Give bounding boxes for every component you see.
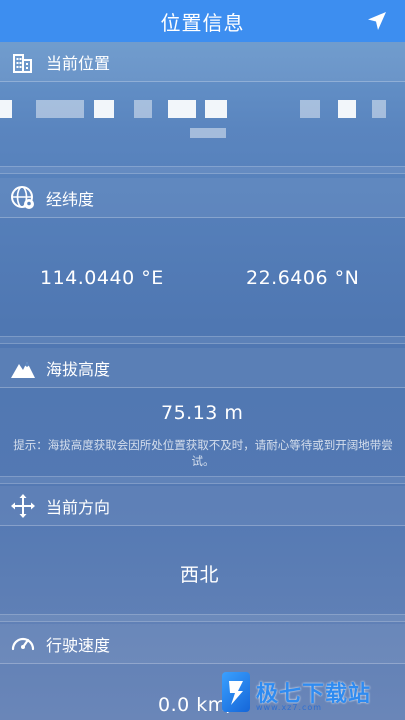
coords-label: 经纬度 (46, 189, 95, 209)
app-header: 位置信息 (0, 0, 405, 42)
navigation-arrow-icon (368, 12, 386, 30)
section-divider (0, 614, 405, 622)
location-section-header: 当前位置 (0, 42, 405, 82)
move-arrows-icon (10, 493, 36, 519)
coords-section-header: 经纬度 (0, 178, 405, 218)
section-divider (0, 336, 405, 344)
page-title: 位置信息 (160, 10, 245, 35)
altitude-label: 海拔高度 (46, 359, 111, 379)
direction-label: 当前方向 (46, 497, 111, 517)
altitude-section-header: 海拔高度 (0, 348, 405, 388)
altitude-value: 75.13 m (161, 402, 244, 424)
site-watermark: 极七下载站 www.xz7.com (222, 672, 371, 712)
speed-label: 行驶速度 (46, 635, 111, 655)
watermark-url: www.xz7.com (256, 703, 323, 712)
mountain-icon (10, 355, 36, 381)
globe-location-icon (10, 185, 36, 211)
watermark-logo-icon (222, 672, 250, 712)
direction-value: 西北 (180, 564, 220, 586)
navigation-button[interactable] (365, 9, 389, 33)
section-divider (0, 166, 405, 174)
location-label: 当前位置 (46, 53, 111, 73)
building-icon (10, 49, 36, 75)
altitude-tip: 提示：海拔高度获取会因所处位置获取不及时，请耐心等待或到开阔地带尝试。 (13, 438, 393, 468)
direction-section-header: 当前方向 (0, 486, 405, 526)
section-divider (0, 476, 405, 484)
longitude-value: 114.0440 °E (40, 267, 164, 289)
latitude-value: 22.6406 °N (246, 267, 360, 289)
speed-section-header: 行驶速度 (0, 624, 405, 664)
speedometer-icon (10, 631, 36, 657)
